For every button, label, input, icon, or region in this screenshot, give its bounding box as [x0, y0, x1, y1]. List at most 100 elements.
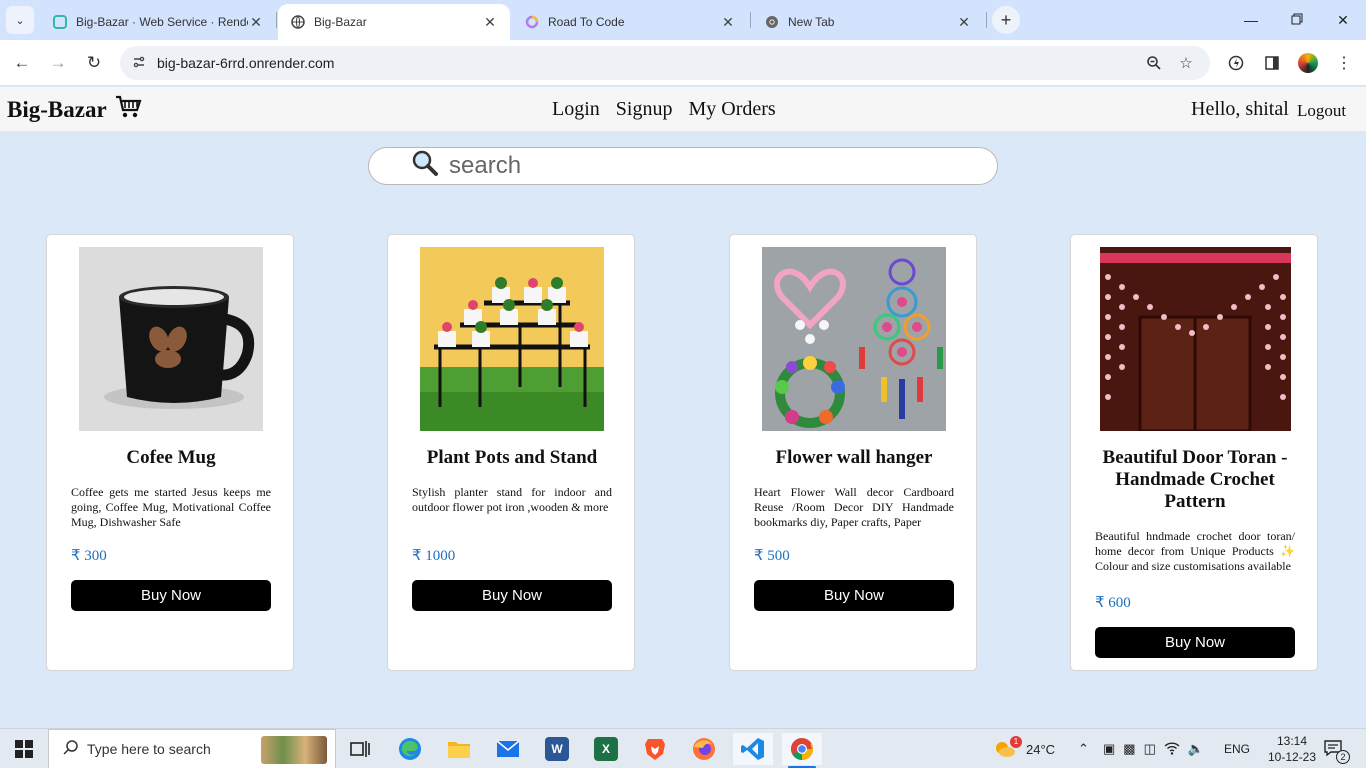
product-card: Beautiful Door Toran - Handmade Crochet … [1070, 234, 1318, 671]
weather-widget[interactable]: 1 24°C [994, 729, 1055, 768]
close-tab-icon[interactable]: ✕ [720, 14, 736, 31]
chrome-app[interactable] [782, 733, 822, 768]
notification-count: 2 [1336, 750, 1350, 764]
signup-link[interactable]: Signup [616, 98, 673, 121]
product-name: Flower wall hanger [775, 447, 933, 468]
volume-icon[interactable]: 🔈 [1188, 741, 1204, 757]
notification-center-button[interactable]: 2 [1324, 729, 1350, 768]
product-name: Beautiful Door Toran - Handmade Crochet … [1102, 447, 1288, 512]
close-tab-icon[interactable]: ✕ [482, 14, 498, 31]
site-info-icon[interactable] [132, 55, 152, 72]
back-button[interactable]: ← [6, 47, 38, 79]
meet-icon[interactable]: ▩ [1123, 741, 1135, 757]
search-input[interactable] [449, 152, 949, 180]
my-orders-link[interactable]: My Orders [688, 98, 775, 121]
product-image-coffee-mug[interactable] [79, 247, 263, 431]
brand-name: Big-Bazar [7, 97, 107, 122]
close-tab-icon[interactable]: ✕ [956, 14, 972, 31]
login-link[interactable]: Login [552, 98, 600, 121]
word-app[interactable]: W [537, 733, 577, 765]
wifi-icon[interactable] [1164, 741, 1180, 758]
product-search-box [368, 147, 998, 185]
tab-road-to-code[interactable]: Road To Code ✕ [512, 4, 748, 40]
tab-render[interactable]: Big-Bazar · Web Service · Render ✕ [40, 4, 276, 40]
file-explorer-app[interactable] [439, 733, 479, 765]
product-price: ₹ 600 [1095, 595, 1131, 611]
reload-button[interactable]: ↻ [78, 47, 110, 79]
new-tab-button[interactable]: + [992, 6, 1020, 34]
buy-now-button[interactable]: Buy Now [71, 580, 271, 611]
firefox-app[interactable] [684, 733, 724, 765]
show-hidden-icons-button[interactable]: ⌃ [1078, 729, 1089, 768]
browser-toolbar: ← → ↻ big-bazar-6rrd.onrender.com ☆ ⋮ [0, 40, 1366, 86]
brave-lion-icon [645, 739, 665, 760]
windows-logo-icon [15, 740, 33, 758]
word-icon: W [545, 737, 569, 761]
nav-links: Login Signup My Orders [552, 98, 776, 121]
avatar-icon [1298, 53, 1318, 73]
close-window-button[interactable]: ✕ [1320, 0, 1366, 40]
tab-separator [750, 12, 751, 28]
menu-kebab-icon[interactable]: ⋮ [1328, 47, 1360, 79]
brand-logo[interactable]: Big-Bazar [7, 95, 143, 125]
weather-alert-badge: 1 [1010, 736, 1022, 748]
magnifier-icon [411, 149, 441, 184]
bookmark-star-icon[interactable]: ☆ [1170, 53, 1202, 73]
search-icon [63, 739, 79, 760]
product-image-door-toran[interactable] [1100, 247, 1291, 431]
start-button[interactable] [0, 729, 48, 768]
windows-taskbar: Type here to search W X 1 24°C ⌃ ▣ ▩ ◫ 🔈… [0, 728, 1366, 768]
arrow-left-icon: ← [13, 53, 31, 72]
tab-search-button[interactable]: ⌄ [6, 6, 34, 34]
chrome-icon [791, 738, 813, 760]
clock[interactable]: 13:14 10-12-23 [1262, 733, 1322, 765]
logout-link[interactable]: Logout [1297, 101, 1346, 121]
edge-icon [399, 738, 421, 760]
taskbar-search[interactable]: Type here to search [48, 729, 336, 768]
render-favicon-icon [52, 14, 68, 30]
temperature: 24°C [1026, 741, 1056, 757]
tab-new-tab[interactable]: New Tab ✕ [752, 4, 984, 40]
taskbar-search-placeholder: Type here to search [87, 741, 211, 757]
excel-app[interactable]: X [586, 733, 626, 765]
tab-separator [986, 12, 987, 28]
arrow-right-icon: → [49, 53, 67, 72]
tab-big-bazar[interactable]: Big-Bazar ✕ [278, 4, 510, 40]
profile-avatar[interactable] [1292, 47, 1324, 79]
tab-title: Big-Bazar · Web Service · Render [76, 15, 248, 29]
shopping-cart-icon [115, 95, 143, 125]
buy-now-button[interactable]: Buy Now [754, 580, 954, 611]
zoom-icon[interactable] [1138, 53, 1170, 73]
address-bar[interactable]: big-bazar-6rrd.onrender.com ☆ [120, 46, 1210, 80]
product-price: ₹ 500 [754, 548, 790, 564]
buy-now-button[interactable]: Buy Now [412, 580, 612, 611]
brave-app[interactable] [635, 733, 675, 765]
notification-icon: 2 [1324, 740, 1350, 764]
task-view-button[interactable] [340, 733, 380, 765]
product-description: Coffee gets me started Jesus keeps me go… [71, 485, 271, 529]
tab-title: Road To Code [548, 15, 625, 29]
globe-icon [290, 14, 306, 30]
product-image-plant-stand[interactable] [420, 247, 604, 431]
mail-icon [496, 740, 520, 757]
language-indicator[interactable]: ENG [1224, 729, 1250, 768]
product-description: Beautiful hndmade crochet door toran/ ho… [1095, 529, 1295, 573]
restore-button[interactable] [1274, 0, 1320, 40]
product-price: ₹ 1000 [412, 548, 456, 564]
product-image-flower-wall-hanger[interactable] [762, 247, 946, 431]
minimize-icon: — [1244, 12, 1258, 28]
close-tab-icon[interactable]: ✕ [248, 14, 264, 31]
performance-icon[interactable] [1220, 47, 1252, 79]
buy-now-button[interactable]: Buy Now [1095, 627, 1295, 658]
battery-icon[interactable]: ◫ [1144, 741, 1156, 757]
folder-icon [448, 742, 470, 758]
edge-app[interactable] [390, 733, 430, 765]
minimize-button[interactable]: — [1228, 0, 1274, 40]
device-icon[interactable]: ▣ [1103, 741, 1115, 757]
firefox-icon [693, 738, 715, 760]
vscode-app[interactable] [733, 733, 773, 765]
product-card: Cofee Mug Coffee gets me started Jesus k… [46, 234, 294, 671]
forward-button[interactable]: → [42, 47, 74, 79]
side-panel-icon[interactable] [1256, 47, 1288, 79]
mail-app[interactable] [488, 733, 528, 765]
